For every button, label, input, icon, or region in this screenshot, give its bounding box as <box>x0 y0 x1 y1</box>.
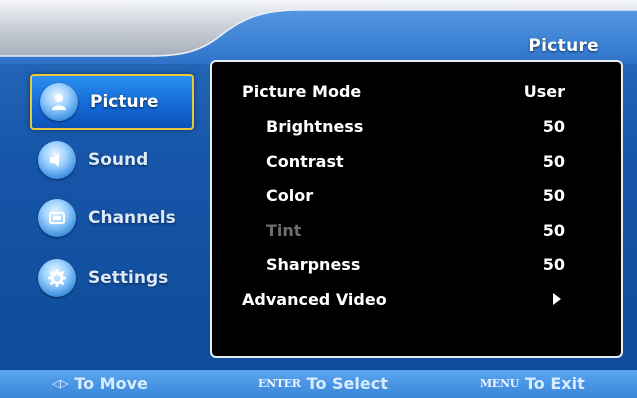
hint-exit: MENU To Exit <box>480 374 585 393</box>
menu-label: Channels <box>88 208 176 228</box>
menu-key: MENU <box>480 377 520 390</box>
hint-move: ◁▷ To Move <box>52 374 148 393</box>
menu-item-picture[interactable]: Picture <box>30 74 194 130</box>
settings-panel: Picture Mode User Brightness 50 Contrast… <box>210 60 623 358</box>
hint-label: To Select <box>306 374 388 393</box>
setting-label: Color <box>266 185 314 205</box>
setting-row-tint: Tint 50 <box>212 215 621 245</box>
page-title: Picture <box>528 36 599 56</box>
setting-row-color[interactable]: Color 50 <box>212 180 621 210</box>
setting-row-brightness[interactable]: Brightness 50 <box>212 111 621 141</box>
setting-label: Brightness <box>266 116 364 136</box>
setting-value: 50 <box>542 220 565 240</box>
setting-label: Advanced Video <box>242 289 387 309</box>
setting-label: Contrast <box>266 151 344 171</box>
setting-label: Picture Mode <box>242 81 362 101</box>
hint-label: To Exit <box>525 374 585 393</box>
tv-menu-screen: Picture Picture Sound Channels Settings … <box>0 0 637 398</box>
enter-key: ENTER <box>258 377 301 390</box>
tv-icon <box>38 199 76 237</box>
setting-row-picture-mode[interactable]: Picture Mode User <box>212 76 621 106</box>
gear-icon <box>38 259 76 297</box>
menu-item-settings[interactable]: Settings <box>30 250 194 306</box>
setting-row-sharpness[interactable]: Sharpness 50 <box>212 249 621 279</box>
speaker-icon <box>38 141 76 179</box>
header-banner: Picture <box>0 0 637 64</box>
menu-label: Sound <box>88 150 149 170</box>
menu-label: Settings <box>88 268 169 288</box>
setting-row-advanced-video[interactable]: Advanced Video <box>212 284 621 314</box>
menu-label: Picture <box>90 92 159 112</box>
setting-value: User <box>523 81 565 101</box>
setting-row-contrast[interactable]: Contrast 50 <box>212 146 621 176</box>
hint-select: ENTER To Select <box>258 374 388 393</box>
setting-value: 50 <box>542 151 565 171</box>
arrows-icon: ◁▷ <box>52 377 69 390</box>
setting-value: 50 <box>542 185 565 205</box>
footer-hint-bar: ◁▷ To Move ENTER To Select MENU To Exit <box>0 370 637 398</box>
menu-item-sound[interactable]: Sound <box>30 132 194 188</box>
menu-item-channels[interactable]: Channels <box>30 190 194 246</box>
person-icon <box>40 83 78 121</box>
setting-label: Sharpness <box>266 254 361 274</box>
arrow-right-icon <box>553 293 561 305</box>
hint-label: To Move <box>74 374 148 393</box>
setting-value: 50 <box>542 116 565 136</box>
setting-label: Tint <box>266 220 302 240</box>
setting-value: 50 <box>542 254 565 274</box>
